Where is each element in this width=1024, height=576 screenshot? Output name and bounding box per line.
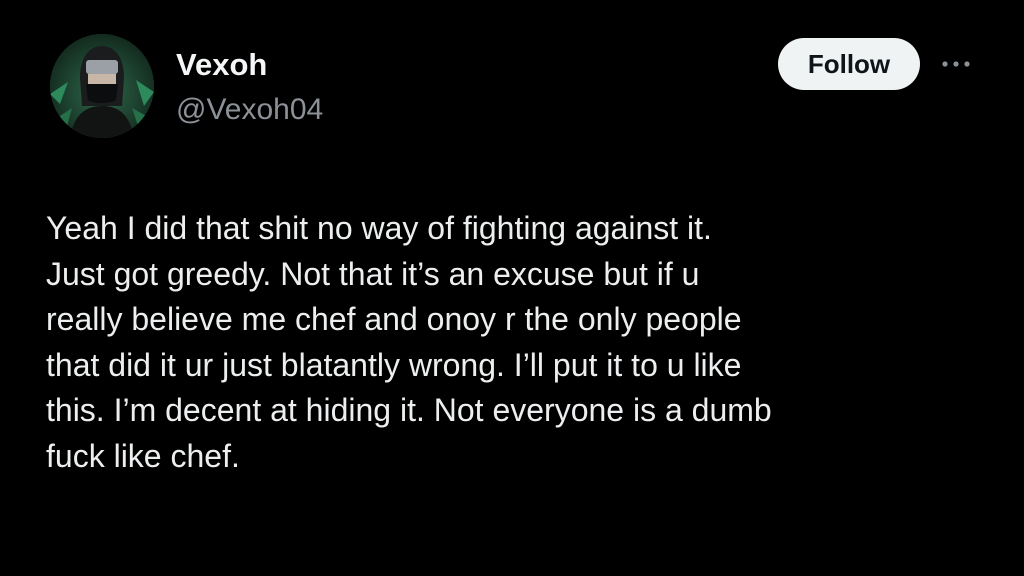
author-names: Vexoh @Vexoh04 <box>176 46 323 130</box>
tweet-text: Yeah I did that shit no way of fighting … <box>46 206 986 479</box>
tweet-text-line: that did it ur just blatantly wrong. I’l… <box>46 346 742 383</box>
tweet-text-line: really believe me chef and onoy r the on… <box>46 301 742 337</box>
tweet-text-line: this. I’m decent at hiding it. Not every… <box>46 392 772 428</box>
tweet-header: Vexoh @Vexoh04 Follow <box>50 34 980 144</box>
follow-button[interactable]: Follow <box>778 38 920 90</box>
tweet-text-line: fuck like chef. <box>46 437 240 474</box>
more-options-button[interactable] <box>936 50 976 78</box>
tweet-text-line: Just got greedy. Not that it’s an excuse… <box>46 255 700 292</box>
more-horizontal-icon <box>942 61 970 67</box>
author-display-name[interactable]: Vexoh <box>176 46 323 84</box>
avatar-masked-figure-icon <box>50 34 154 138</box>
tweet-card: Vexoh @Vexoh04 Follow Yeah I did that sh… <box>0 0 1024 576</box>
tweet-text-line: Yeah I did that shit no way of fighting … <box>46 210 712 246</box>
author-handle[interactable]: @Vexoh04 <box>176 90 323 130</box>
avatar[interactable] <box>50 34 154 138</box>
